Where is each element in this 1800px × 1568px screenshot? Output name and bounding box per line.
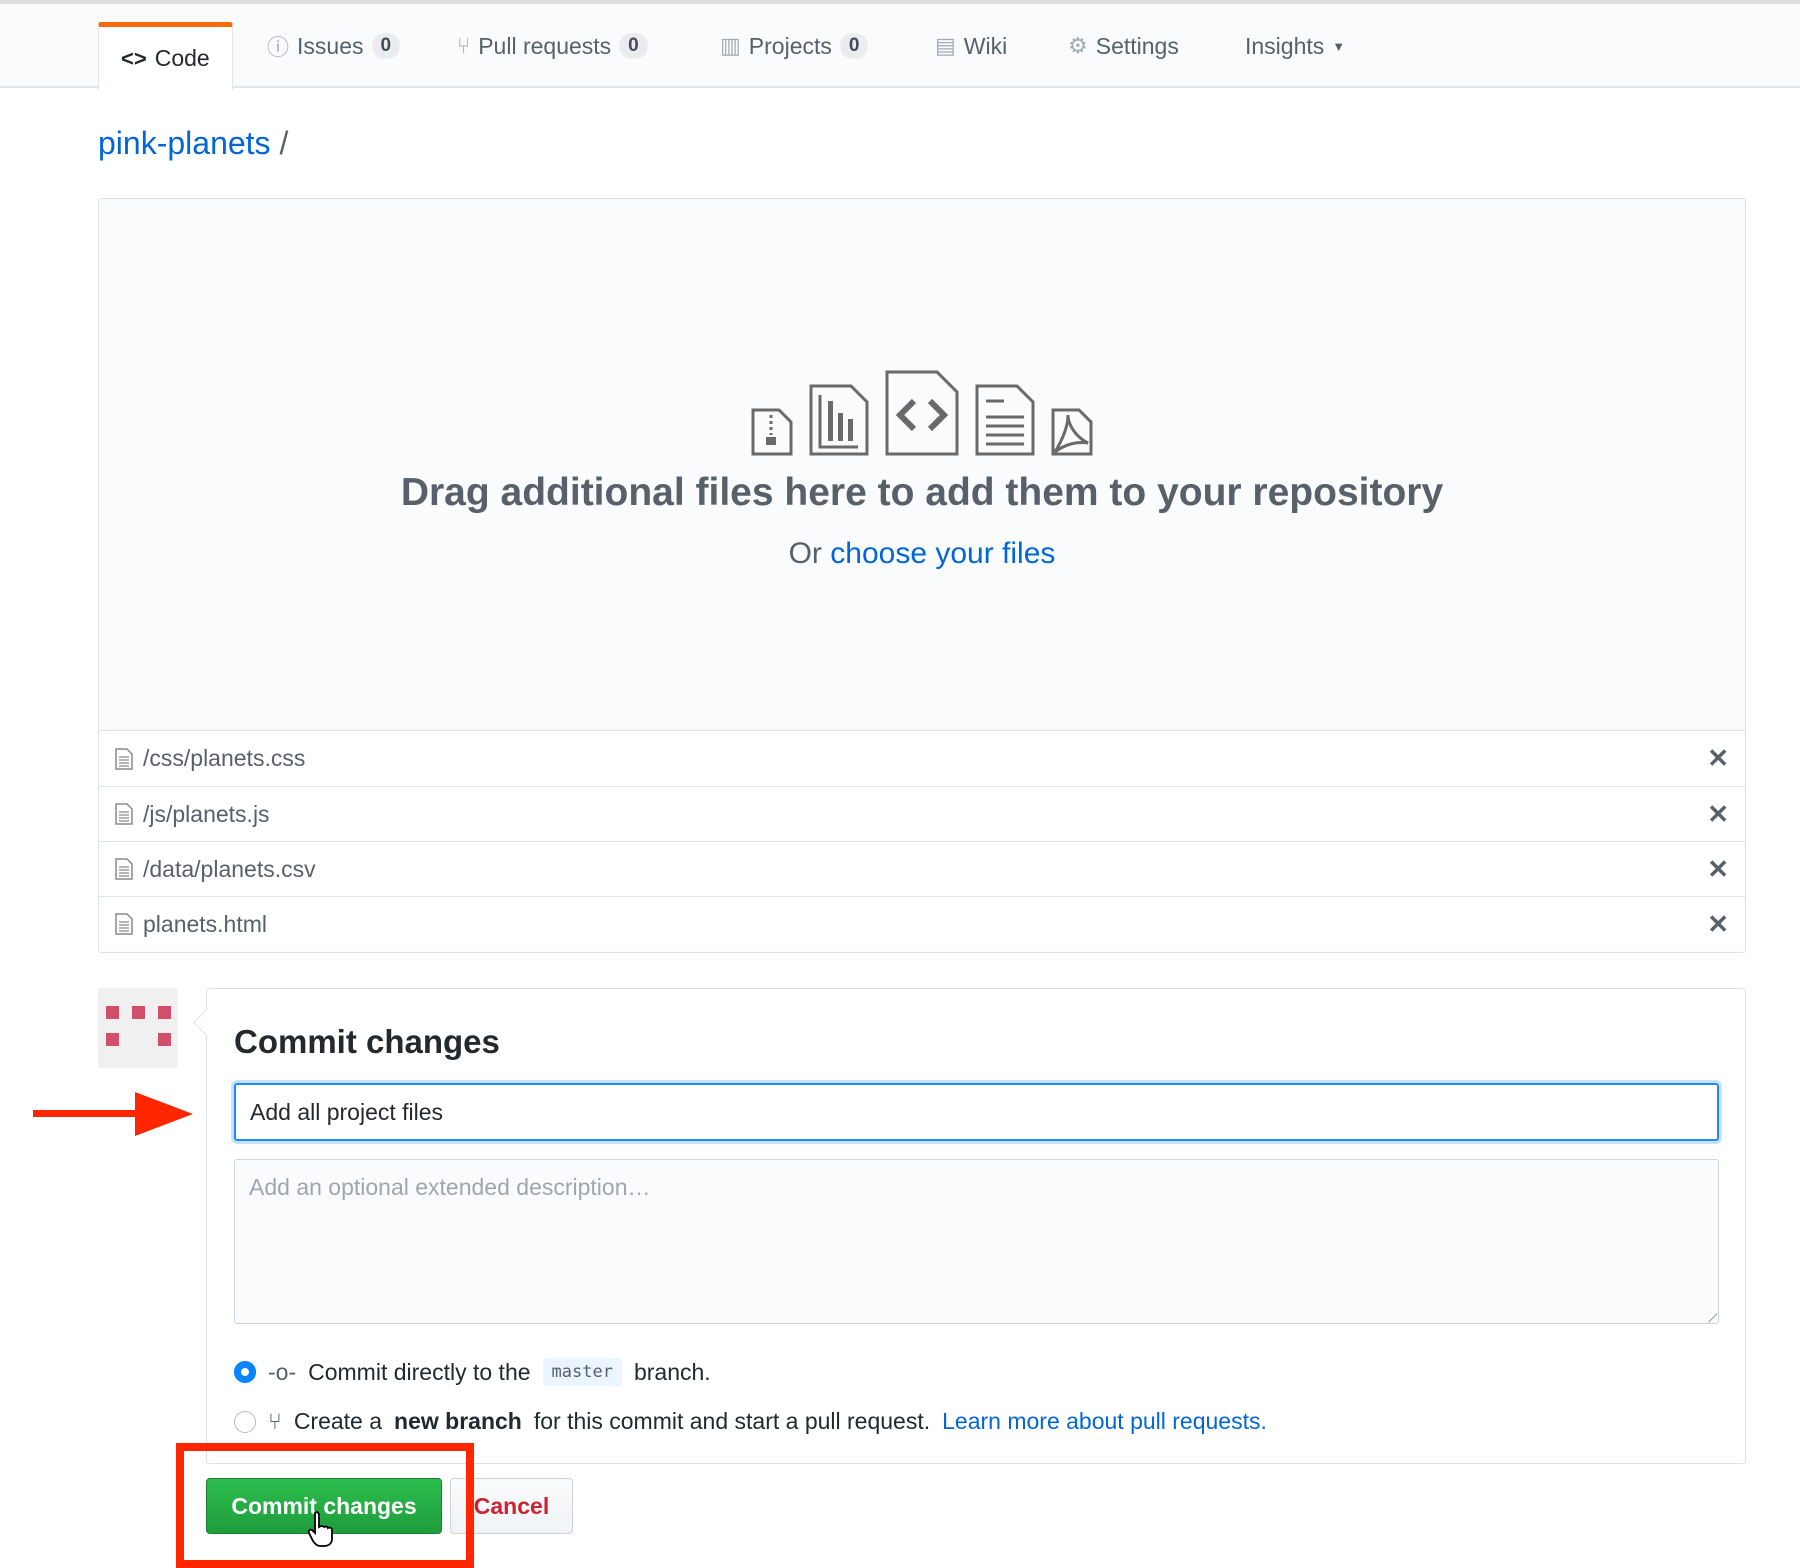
file-list: /css/planets.css ✕/js/planets.js ✕/data/pl… bbox=[99, 731, 1745, 951]
commit-heading: Commit changes bbox=[234, 1023, 500, 1060]
commit-icon: -o- bbox=[268, 1358, 297, 1385]
option-new-branch[interactable]: ⑂ Create a new branch for this commit an… bbox=[234, 1408, 1267, 1435]
annotation-highlight-box bbox=[176, 1443, 474, 1568]
commit-form: Commit changes Add all project files Add… bbox=[206, 988, 1746, 1464]
dropzone-subtitle: Or choose your files bbox=[788, 537, 1056, 570]
remove-file-icon[interactable]: ✕ bbox=[1707, 909, 1729, 940]
annotation-arrow-icon bbox=[33, 1092, 193, 1136]
tab-projects[interactable]: ▥ Projects 0 bbox=[720, 4, 869, 88]
hand-cursor-icon bbox=[307, 1511, 333, 1547]
pull-request-icon: ⑂ bbox=[457, 33, 471, 58]
tab-code[interactable]: <> Code bbox=[98, 22, 233, 90]
radio-commit-direct[interactable] bbox=[234, 1361, 256, 1383]
repo-link[interactable]: pink-planets bbox=[98, 125, 271, 161]
file-name: /css/planets.css bbox=[143, 745, 306, 771]
project-icon: ▥ bbox=[720, 33, 741, 58]
projects-count: 0 bbox=[839, 33, 869, 59]
repo-nav: <> Code ⓘ Issues 0 ⑂ Pull requests 0 ▥ Project… bbox=[0, 4, 1800, 90]
avatar bbox=[98, 988, 178, 1068]
file-chart-icon bbox=[809, 384, 869, 456]
file-name: /data/planets.csv bbox=[143, 855, 316, 882]
choose-files-link[interactable]: choose your files bbox=[830, 537, 1055, 570]
remove-file-icon[interactable]: ✕ bbox=[1707, 743, 1729, 774]
commit-message-input[interactable]: Add all project files bbox=[234, 1083, 1719, 1141]
file-icon bbox=[115, 858, 133, 880]
file-code-icon bbox=[885, 370, 959, 456]
file-icon bbox=[115, 913, 133, 935]
file-name: planets.html bbox=[143, 910, 268, 937]
caret-down-icon: ▼ bbox=[1332, 38, 1346, 54]
file-row: /css/planets.css ✕ bbox=[99, 731, 1745, 786]
pr-count: 0 bbox=[619, 33, 648, 59]
tab-settings[interactable]: ⚙ Settings bbox=[1068, 4, 1179, 88]
tab-insights[interactable]: Insights ▼ bbox=[1245, 4, 1345, 88]
gear-icon: ⚙ bbox=[1068, 33, 1088, 58]
learn-more-link[interactable]: Learn more about pull requests. bbox=[942, 1408, 1267, 1435]
tab-issues[interactable]: ⓘ Issues 0 bbox=[267, 4, 401, 88]
file-row: /js/planets.js ✕ bbox=[99, 786, 1745, 841]
code-icon: <> bbox=[121, 45, 147, 71]
upload-dropzone[interactable]: Drag additional files here to add them t… bbox=[98, 198, 1746, 953]
issue-icon: ⓘ bbox=[267, 35, 290, 60]
file-row: /data/planets.csv ✕ bbox=[99, 841, 1745, 896]
breadcrumb: pink-planets / bbox=[98, 125, 289, 161]
remove-file-icon[interactable]: ✕ bbox=[1707, 854, 1729, 885]
commit-description-textarea[interactable]: Add an optional extended description… bbox=[234, 1159, 1719, 1324]
option-commit-direct[interactable]: -o- Commit directly to the master branch… bbox=[234, 1358, 711, 1386]
dropzone-title: Drag additional files here to add them t… bbox=[400, 471, 1444, 514]
file-type-icons bbox=[99, 369, 1745, 457]
file-icon bbox=[115, 747, 133, 770]
file-row: planets.html ✕ bbox=[99, 896, 1745, 951]
tab-pull-requests[interactable]: ⑂ Pull requests 0 bbox=[457, 4, 648, 88]
file-icon bbox=[115, 803, 133, 825]
resize-handle[interactable] bbox=[1700, 1305, 1718, 1323]
file-pdf-icon bbox=[1051, 408, 1093, 456]
book-icon: ▤ bbox=[935, 33, 956, 58]
tab-wiki[interactable]: ▤ Wiki bbox=[935, 4, 1007, 88]
file-text-icon bbox=[975, 384, 1035, 456]
issues-count: 0 bbox=[371, 33, 401, 59]
remove-file-icon[interactable]: ✕ bbox=[1707, 799, 1729, 830]
file-zip-icon bbox=[751, 408, 793, 456]
file-name: /js/planets.js bbox=[143, 800, 270, 827]
branch-name: master bbox=[542, 1358, 622, 1386]
radio-new-branch[interactable] bbox=[234, 1410, 256, 1433]
pull-request-icon: ⑂ bbox=[268, 1408, 282, 1434]
